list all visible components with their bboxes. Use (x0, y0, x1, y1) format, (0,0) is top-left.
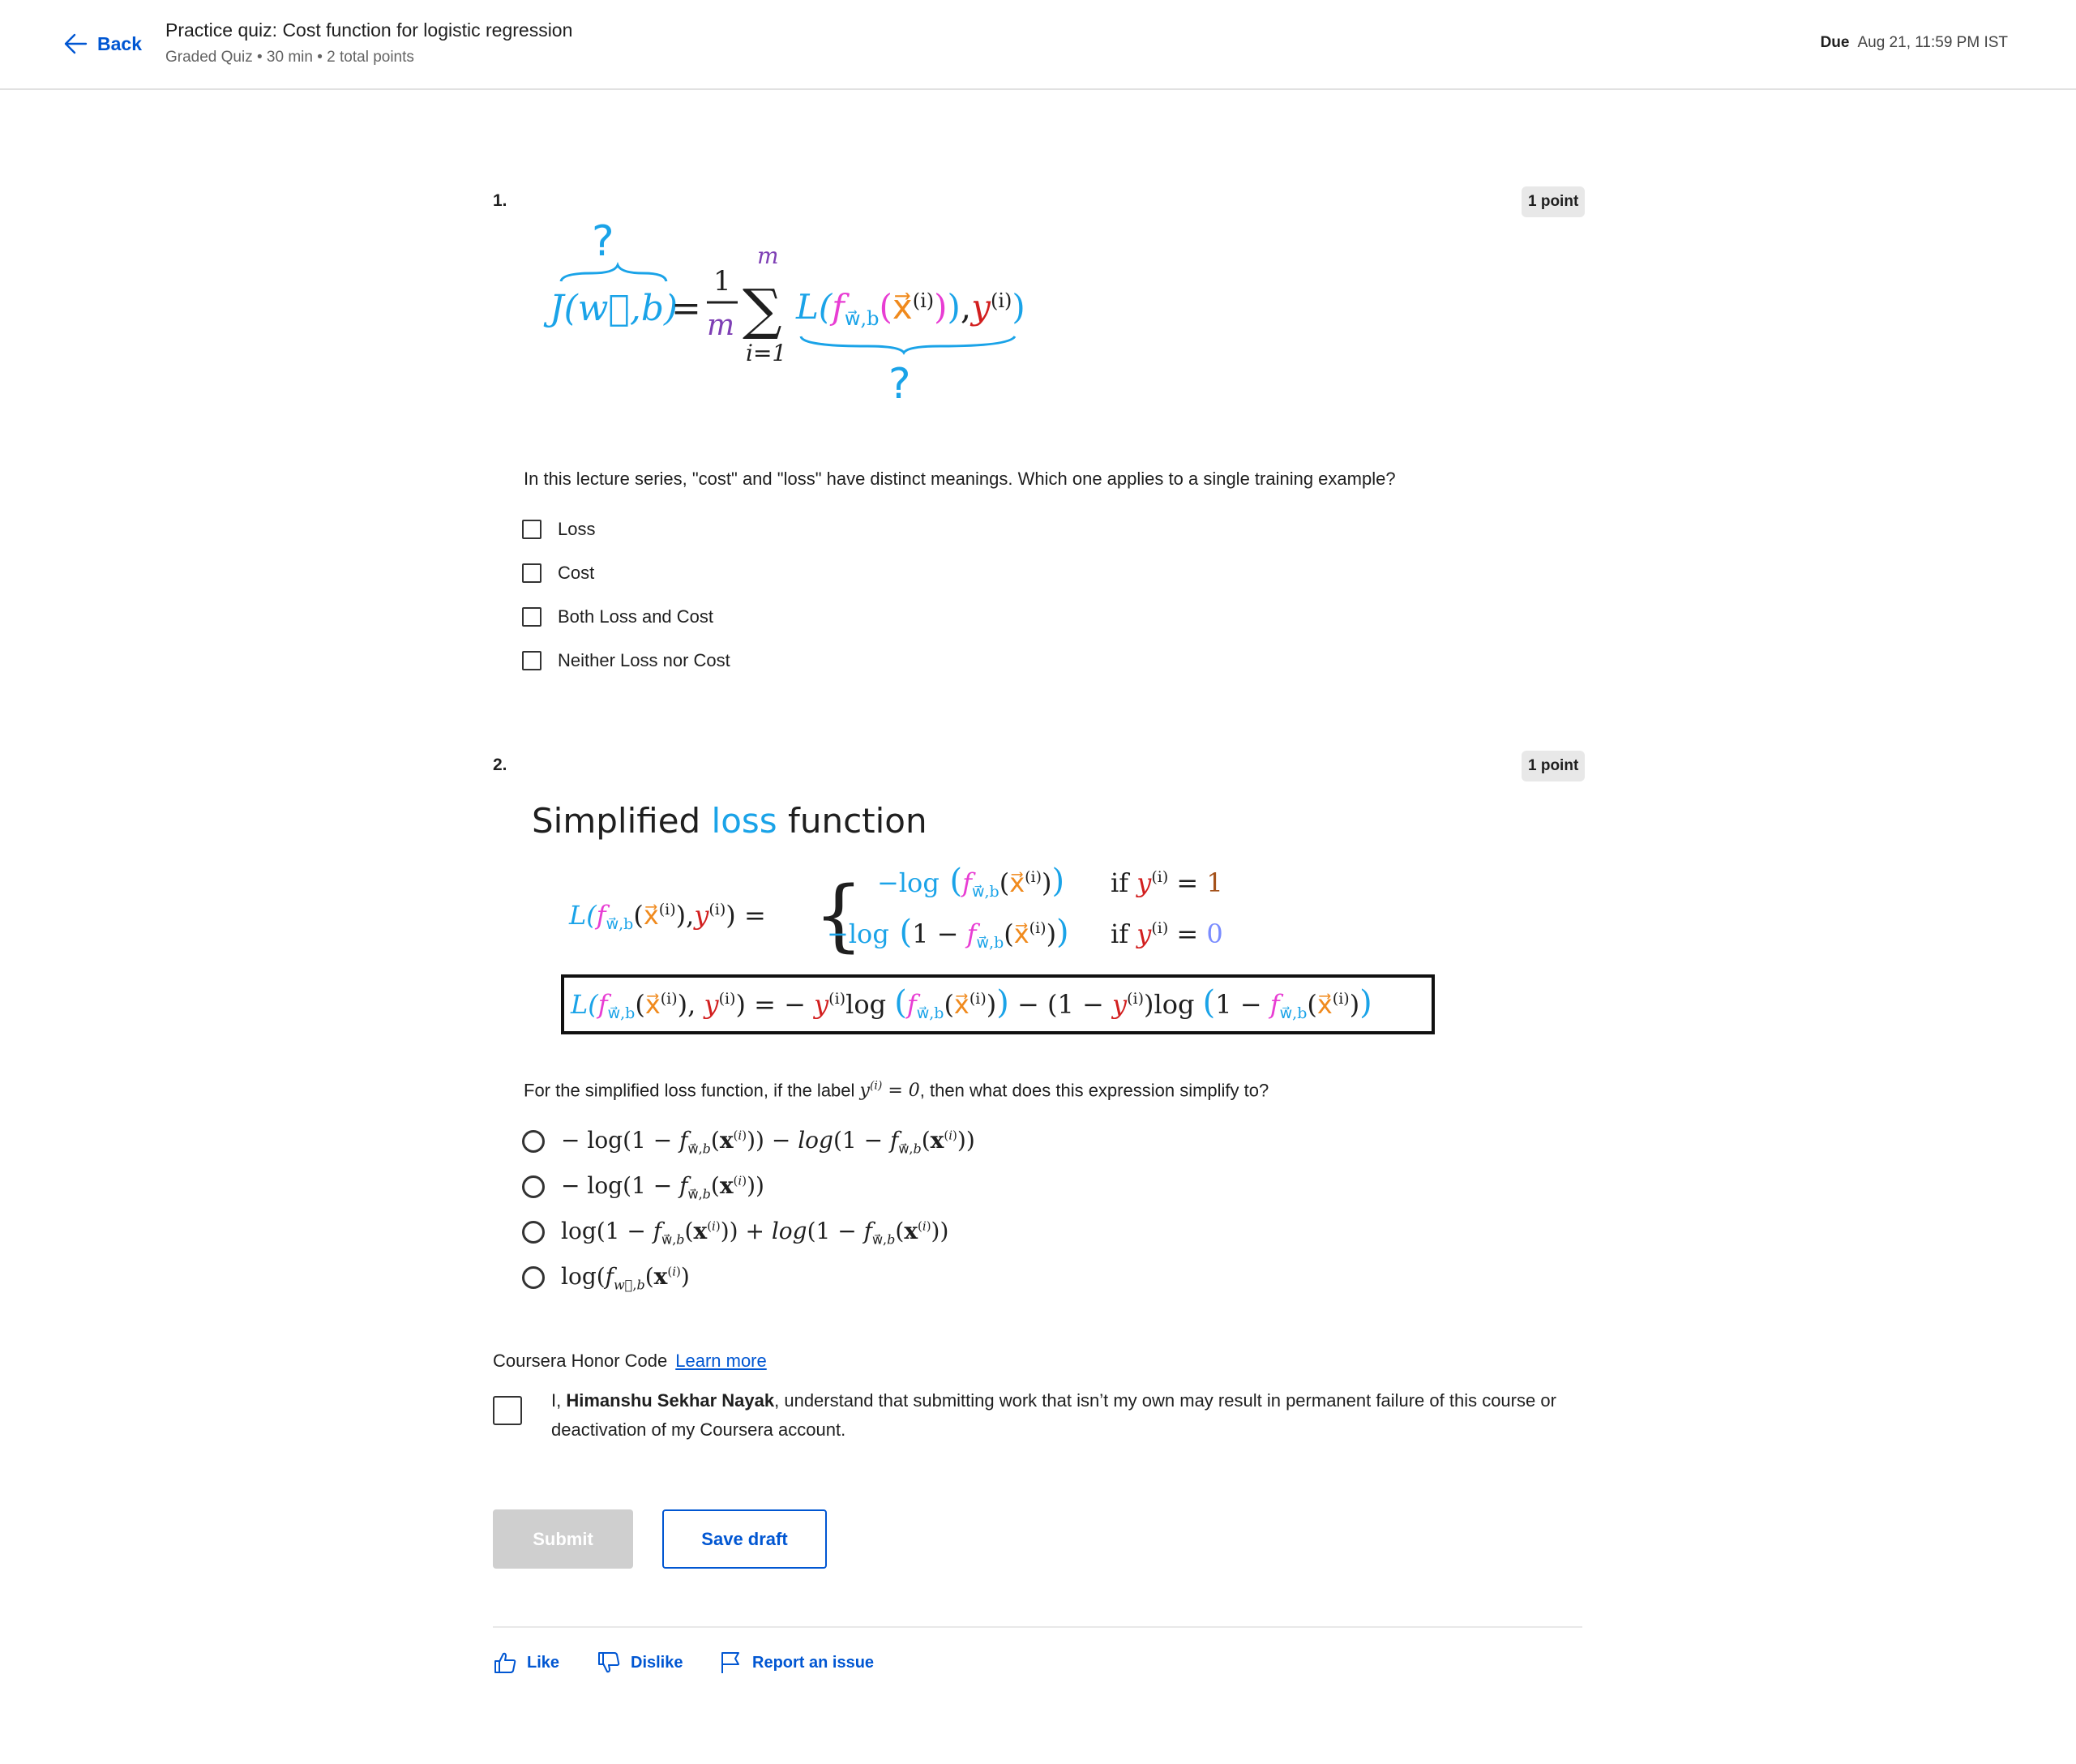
question-1-number: 1. (493, 191, 507, 210)
thumbs-down-icon (598, 1652, 620, 1673)
learner-name: Himanshu Sekhar Nayak (566, 1390, 775, 1411)
simplified-formula: L(fw⃗,b(x⃗(i)), y(i)) = − y(i)log (fw⃗,b… (570, 984, 1372, 1022)
report-issue-button[interactable]: Report an issue (718, 1651, 874, 1675)
question-2-text-part: For the simplified loss function, if the… (524, 1080, 860, 1101)
question-2-points: 1 point (1522, 751, 1586, 781)
piecewise-case-1: −log (fw⃗,b(x⃗(i))) (877, 863, 1064, 901)
option-label: Neither Loss nor Cost (558, 650, 730, 670)
page-title: Practice quiz: Cost function for logisti… (165, 19, 573, 41)
question-mark-bottom: ? (888, 360, 911, 409)
submit-button[interactable]: Submit (493, 1509, 633, 1569)
learn-more-link[interactable]: Learn more (675, 1351, 767, 1371)
simplified-loss-figure: L(fw⃗,b(x⃗(i)),y(i)) = { −log (fw⃗,b(x⃗(… (561, 863, 1435, 1034)
option-math: − log(1 − fw⃗,b(x(i))) (561, 1172, 764, 1202)
piecewise-case-2: −log (1 − fw⃗,b(x⃗(i))) (827, 914, 1069, 952)
question-2-text-part: , then what does this expression simplif… (919, 1080, 1269, 1101)
due-label: Due (1820, 34, 1850, 51)
formula-loss-term: L(fw⃗,b(x⃗(i))),y(i)) (795, 287, 1025, 330)
q2-option-2[interactable]: − log(1 − fw⃗,b(x(i))) (522, 1172, 764, 1202)
figure-title-loss: loss (711, 801, 777, 841)
condition-2: if y(i) = 0 (1111, 918, 1223, 949)
question-2-number: 2. (493, 756, 507, 774)
radio-button[interactable] (522, 1221, 545, 1244)
like-button[interactable]: Like (493, 1651, 559, 1675)
checkbox[interactable] (522, 520, 541, 539)
question-mark-top: ? (592, 217, 614, 266)
sum-upper: m (757, 242, 779, 269)
thumbs-up-icon (494, 1652, 516, 1673)
formula-m: m (707, 309, 734, 342)
condition-1: if y(i) = 1 (1111, 867, 1223, 898)
q1-option-cost[interactable]: Cost (522, 563, 594, 584)
radio-button[interactable] (522, 1266, 545, 1290)
sum-symbol: ∑ (743, 278, 782, 342)
checkbox[interactable] (522, 563, 541, 583)
like-label: Like (527, 1653, 560, 1672)
q1-option-loss[interactable]: Loss (522, 519, 595, 540)
page-subtitle: Graded Quiz • 30 min • 2 total points (165, 49, 414, 66)
flag-icon (721, 1652, 739, 1673)
checkbox[interactable] (522, 651, 541, 670)
report-label: Report an issue (752, 1653, 875, 1672)
checkbox[interactable] (522, 607, 541, 627)
formula-one: 1 (713, 265, 731, 298)
option-label: Cost (558, 563, 595, 583)
arrow-left-icon (64, 33, 88, 54)
divider (493, 1626, 1582, 1628)
dislike-button[interactable]: Dislike (597, 1651, 683, 1675)
due-date: Due Aug 21, 11:59 PM IST (1821, 34, 2008, 52)
question-2-text: For the simplified loss function, if the… (524, 1080, 1269, 1101)
formula-equals: = (671, 288, 701, 329)
sum-lower: i=1 (746, 340, 786, 366)
q1-option-neither[interactable]: Neither Loss nor Cost (522, 650, 730, 671)
back-button[interactable]: Back (63, 29, 142, 58)
honor-code-heading: Coursera Honor Code Learn more (493, 1351, 767, 1372)
top-bar: Back Practice quiz: Cost function for lo… (0, 0, 2076, 90)
option-label: Loss (558, 519, 596, 539)
piecewise-lhs: L(fw⃗,b(x⃗(i)),y(i)) = (568, 900, 766, 933)
option-math: log(fw⃗,b(x(i)) (561, 1263, 690, 1293)
brace-top (559, 261, 668, 282)
q2-option-1[interactable]: − log(1 − fw⃗,b(x(i))) − log(1 − fw⃗,b(x… (522, 1127, 975, 1157)
brace-bottom (799, 335, 1017, 355)
label-math: y(i) = 0 (859, 1080, 920, 1102)
figure-title-part: function (777, 801, 927, 841)
figure-title-part: Simplified (532, 801, 712, 841)
option-math: − log(1 − fw⃗,b(x(i))) − log(1 − fw⃗,b(x… (561, 1127, 975, 1157)
radio-button[interactable] (522, 1175, 545, 1199)
radio-button[interactable] (522, 1130, 545, 1154)
honor-code-statement: I, Himanshu Sekhar Nayak, understand tha… (551, 1386, 1581, 1445)
option-math: log(1 − fw⃗,b(x(i))) + log(1 − fw⃗,b(x(i… (561, 1218, 949, 1248)
option-label: Both Loss and Cost (558, 606, 714, 627)
cost-function-figure: ? J(w⃗,b) = 1 m m ∑ i=1 L(fw⃗,b(x⃗(i))),… (543, 217, 1025, 409)
q1-option-both[interactable]: Both Loss and Cost (522, 606, 713, 627)
q2-option-3[interactable]: log(1 − fw⃗,b(x(i))) + log(1 − fw⃗,b(x(i… (522, 1218, 948, 1248)
honor-code-title: Coursera Honor Code (493, 1351, 668, 1371)
question-1-text: In this lecture series, "cost" and "loss… (524, 469, 1396, 489)
honor-code-checkbox[interactable] (493, 1396, 522, 1425)
dislike-label: Dislike (631, 1653, 683, 1672)
save-draft-button[interactable]: Save draft (662, 1509, 827, 1569)
q2-option-4[interactable]: log(fw⃗,b(x(i)) (522, 1263, 690, 1293)
honor-text-part: I, (551, 1390, 567, 1411)
back-label: Back (97, 32, 142, 54)
due-value: Aug 21, 11:59 PM IST (1857, 34, 2008, 51)
formula-j: J(w⃗,b) (543, 288, 678, 329)
figure-title: Simplified loss function (532, 801, 927, 841)
question-1-points: 1 point (1522, 186, 1586, 217)
